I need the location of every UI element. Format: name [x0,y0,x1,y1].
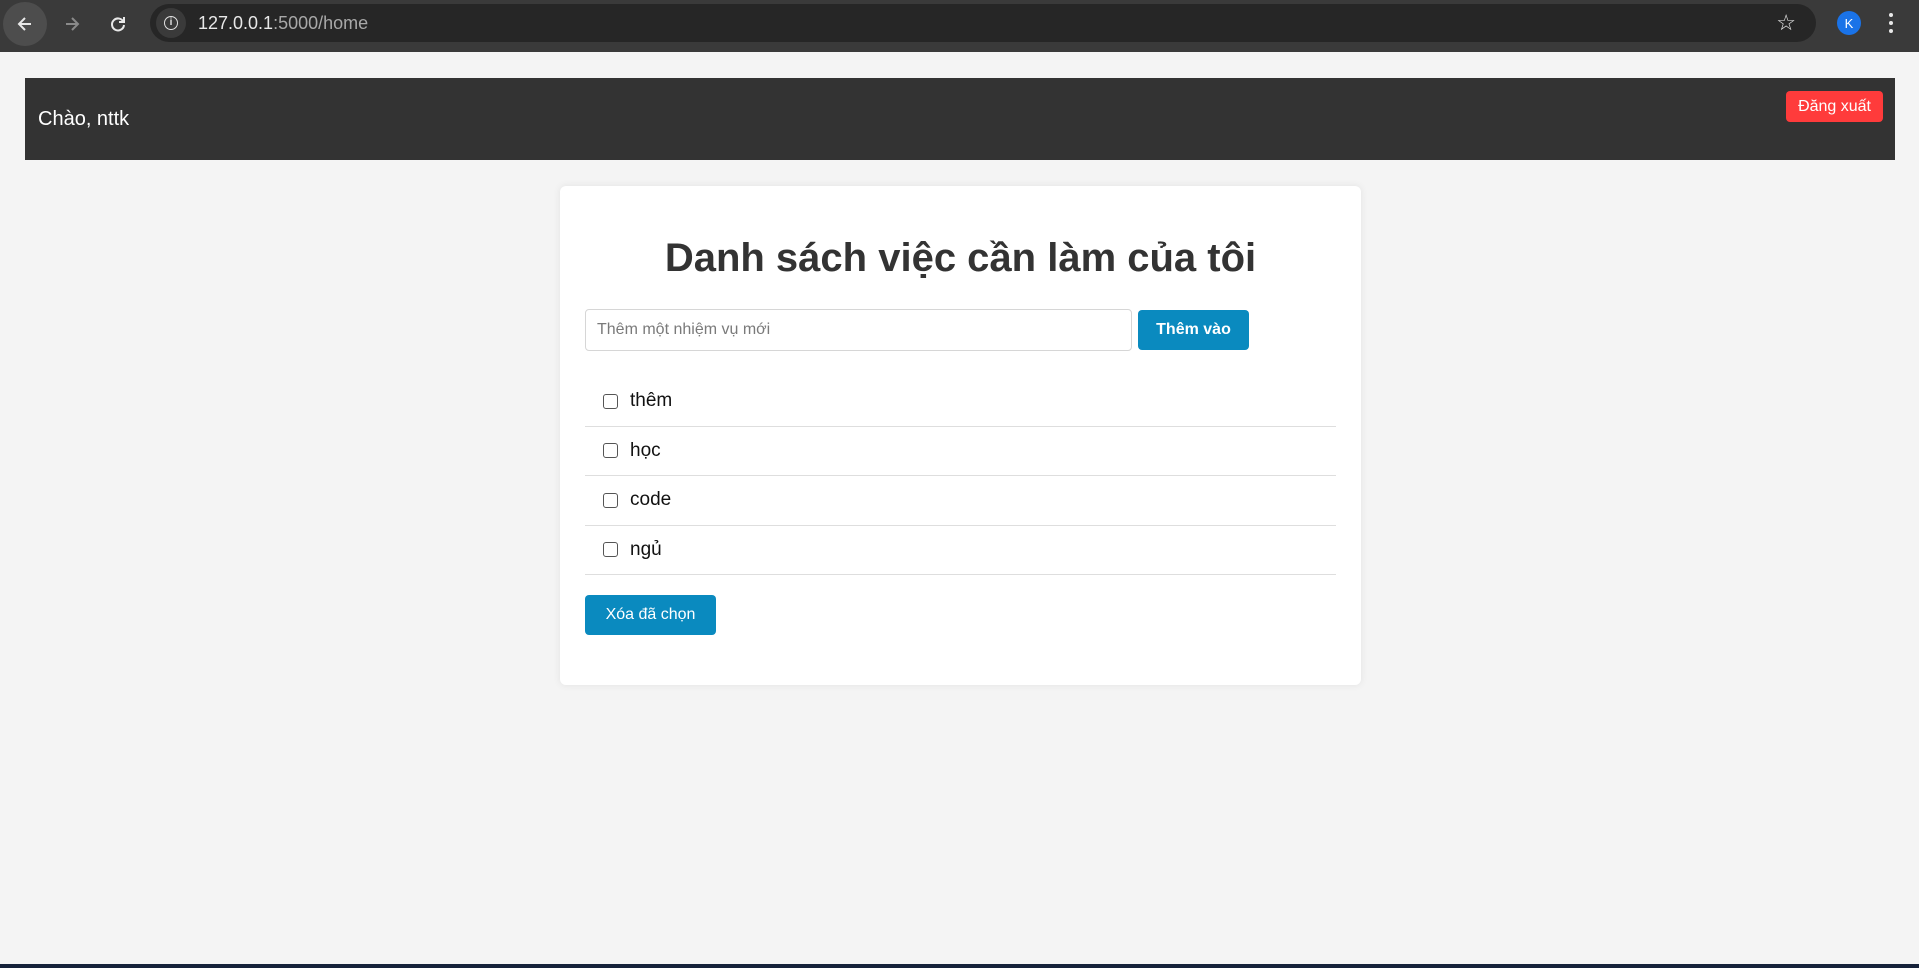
task-label: học [630,439,661,461]
task-checkbox[interactable] [603,492,618,508]
browser-toolbar: i 127.0.0.1:5000/home ☆ K [0,0,1919,52]
site-info-icon[interactable]: i [156,8,186,38]
url-text[interactable]: 127.0.0.1:5000/home [198,13,368,34]
new-task-input[interactable] [585,309,1132,351]
task-label: thêm [630,390,673,412]
task-checkbox[interactable] [603,443,618,459]
address-bar[interactable]: i 127.0.0.1:5000/home ☆ [150,4,1816,42]
taskbar-edge [0,964,1919,968]
add-task-button[interactable]: Thêm vào [1138,310,1249,350]
page-title: Danh sách việc cần làm của tôi [664,236,1257,280]
logout-button[interactable]: Đăng xuất [1786,91,1883,122]
task-checkbox[interactable] [603,542,618,558]
task-item: code [585,476,1336,526]
task-label: ngủ [630,538,662,560]
task-item: học [585,427,1336,476]
todo-card: Danh sách việc cần làm của tôi Thêm vào … [560,186,1361,685]
back-arrow-icon[interactable] [3,2,47,46]
task-label: code [630,489,672,511]
bookmark-star-icon[interactable]: ☆ [1776,10,1796,36]
url-host: 127.0.0.1 [198,12,274,33]
page-header: Chào, nttk Đăng xuất [25,78,1895,160]
task-list: thêm học code ngủ [585,377,1336,575]
task-checkbox[interactable] [603,393,618,409]
delete-selected-button[interactable]: Xóa đã chọn [585,595,716,635]
forward-arrow-icon[interactable] [50,2,94,46]
profile-avatar[interactable]: K [1837,11,1861,35]
task-item: ngủ [585,526,1336,575]
task-item: thêm [585,377,1336,427]
reload-icon[interactable] [96,2,140,46]
greeting-text: Chào, nttk [38,108,130,130]
more-menu-icon[interactable] [1885,8,1897,38]
url-path: :5000/home [273,12,369,33]
